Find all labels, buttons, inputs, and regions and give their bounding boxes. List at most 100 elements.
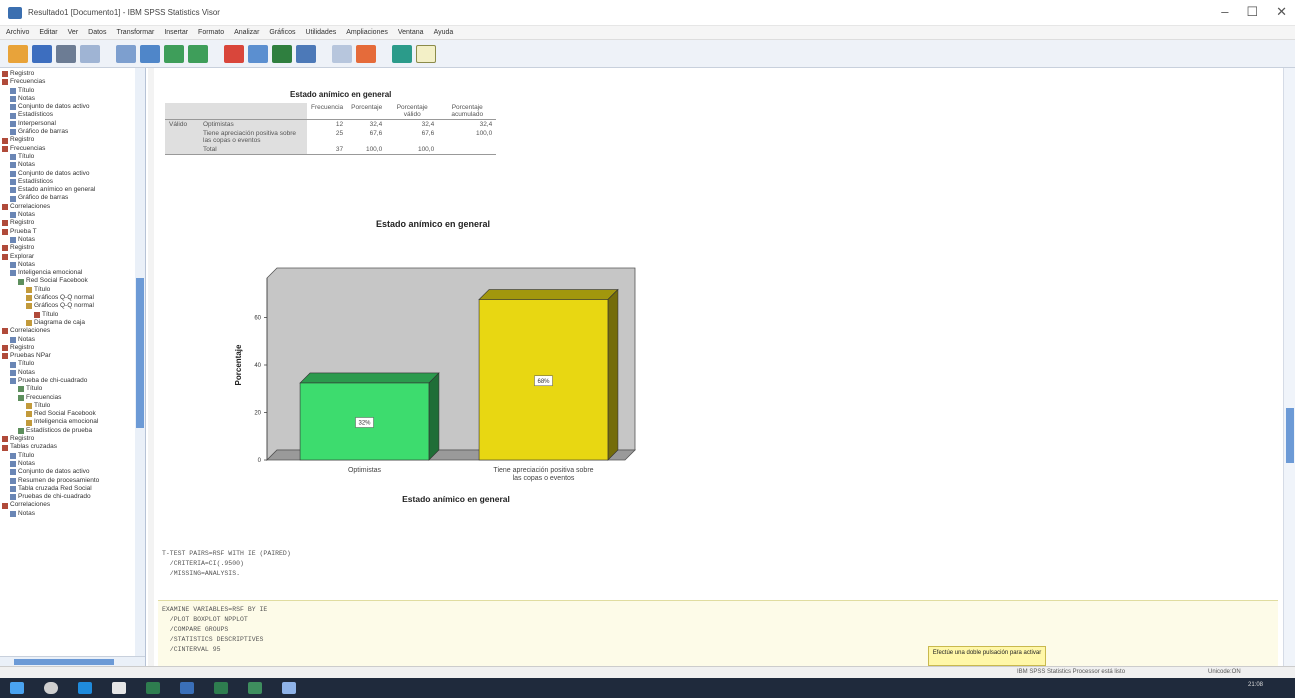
menu-archivo[interactable]: Archivo bbox=[6, 29, 29, 36]
tree-item[interactable]: Notas bbox=[2, 211, 134, 219]
undo-icon[interactable] bbox=[164, 44, 184, 63]
tree-item[interactable]: Título bbox=[2, 153, 134, 161]
tree-item[interactable]: Registro bbox=[2, 136, 134, 144]
tree-item[interactable]: Correlaciones bbox=[2, 327, 134, 335]
variables-icon[interactable] bbox=[296, 44, 316, 63]
menu-datos[interactable]: Datos bbox=[88, 29, 106, 36]
tree-item[interactable]: Inteligencia emocional bbox=[2, 418, 134, 426]
menu-formato[interactable]: Formato bbox=[198, 29, 224, 36]
tree-item[interactable]: Gráfico de barras bbox=[2, 194, 134, 202]
show-all-icon[interactable] bbox=[392, 44, 412, 63]
app-word-icon[interactable] bbox=[180, 682, 194, 694]
app-excel-icon[interactable] bbox=[248, 682, 262, 694]
tree-item[interactable]: Red Social Facebook bbox=[2, 277, 134, 285]
minimize-button[interactable]: – bbox=[1221, 4, 1228, 20]
tree-item[interactable]: Título bbox=[2, 286, 134, 294]
chart-builder-icon[interactable] bbox=[272, 44, 292, 63]
tree-item[interactable]: Notas bbox=[2, 369, 134, 377]
maximize-button[interactable]: ☐ bbox=[1246, 4, 1258, 20]
menu-insertar[interactable]: Insertar bbox=[164, 29, 188, 36]
save-icon[interactable] bbox=[32, 44, 52, 63]
tree-item[interactable]: Título bbox=[2, 311, 134, 319]
menu-transformar[interactable]: Transformar bbox=[116, 29, 154, 36]
tree-item[interactable]: Estado anímico en general bbox=[2, 186, 134, 194]
close-button[interactable]: ✕ bbox=[1276, 4, 1287, 20]
tree-item[interactable]: Notas bbox=[2, 336, 134, 344]
redo-icon[interactable] bbox=[188, 44, 208, 63]
tree-item[interactable]: Conjunto de datos activo bbox=[2, 468, 134, 476]
tree-item[interactable]: Gráficos Q-Q normal bbox=[2, 302, 134, 310]
menu-graficos[interactable]: Gráficos bbox=[269, 29, 295, 36]
tree-item[interactable]: Interpersonal bbox=[2, 120, 134, 128]
tree-item[interactable]: Título bbox=[2, 360, 134, 368]
outline-vertical-scrollbar[interactable] bbox=[135, 68, 145, 666]
output-scroll-thumb[interactable] bbox=[1286, 408, 1294, 463]
tree-item[interactable]: Frecuencias bbox=[2, 78, 134, 86]
tree-item[interactable]: Frecuencias bbox=[2, 145, 134, 153]
tree-item[interactable]: Conjunto de datos activo bbox=[2, 103, 134, 111]
tree-item[interactable]: Notas bbox=[2, 236, 134, 244]
output-vertical-scrollbar[interactable] bbox=[1283, 68, 1295, 666]
bar-chart[interactable]: 0 20 40 60 Porcentaje 32% Optimistas 68% Tiene a… bbox=[225, 250, 665, 525]
tree-item[interactable]: Registro bbox=[2, 344, 134, 352]
tree-item[interactable]: Prueba de chi-cuadrado bbox=[2, 377, 134, 385]
tree-item[interactable]: Estadísticos bbox=[2, 178, 134, 186]
tree-item[interactable]: Registro bbox=[2, 219, 134, 227]
app-c-icon[interactable] bbox=[146, 682, 160, 694]
recall-dialog-icon[interactable] bbox=[140, 44, 160, 63]
print-icon[interactable] bbox=[56, 44, 76, 63]
outline-horizontal-scrollbar[interactable] bbox=[0, 656, 145, 666]
find-icon[interactable] bbox=[332, 44, 352, 63]
tree-item[interactable]: Conjunto de datos activo bbox=[2, 170, 134, 178]
tree-item[interactable]: Gráficos Q-Q normal bbox=[2, 294, 134, 302]
tree-item[interactable]: Tabla cruzada Red Social bbox=[2, 485, 134, 493]
tree-item[interactable]: Título bbox=[2, 87, 134, 95]
menu-analizar[interactable]: Analizar bbox=[234, 29, 259, 36]
menu-ampliaciones[interactable]: Ampliaciones bbox=[346, 29, 388, 36]
tree-item[interactable]: Prueba T bbox=[2, 228, 134, 236]
menu-editar[interactable]: Editar bbox=[39, 29, 57, 36]
tree-item[interactable]: Estadísticos bbox=[2, 111, 134, 119]
tree-item[interactable]: Notas bbox=[2, 460, 134, 468]
tree-item[interactable]: Notas bbox=[2, 510, 134, 518]
tree-item[interactable]: Notas bbox=[2, 161, 134, 169]
outline-hscroll-thumb[interactable] bbox=[14, 659, 114, 665]
outline-scroll-thumb[interactable] bbox=[136, 278, 144, 428]
tree-item[interactable]: Registro bbox=[2, 435, 134, 443]
tree-item[interactable]: Tablas cruzadas bbox=[2, 443, 134, 451]
insert-output-icon[interactable] bbox=[416, 44, 436, 63]
file-explorer-icon[interactable] bbox=[112, 682, 126, 694]
menu-ayuda[interactable]: Ayuda bbox=[434, 29, 454, 36]
tree-item[interactable]: Resumen de procesamiento bbox=[2, 477, 134, 485]
tree-item[interactable]: Registro bbox=[2, 244, 134, 252]
tree-item[interactable]: Explorar bbox=[2, 253, 134, 261]
tree-item[interactable]: Notas bbox=[2, 95, 134, 103]
search-icon[interactable] bbox=[44, 682, 58, 694]
tree-item[interactable]: Pruebas de chi-cuadrado bbox=[2, 493, 134, 501]
tree-item[interactable]: Título bbox=[2, 452, 134, 460]
goto-case-icon[interactable] bbox=[248, 44, 268, 63]
menu-ver[interactable]: Ver bbox=[68, 29, 79, 36]
designate-window-icon[interactable] bbox=[356, 44, 376, 63]
tree-item[interactable]: Diagrama de caja bbox=[2, 319, 134, 327]
open-folder-icon[interactable] bbox=[8, 44, 28, 63]
tree-item[interactable]: Inteligencia emocional bbox=[2, 269, 134, 277]
clock[interactable]: 21:08 bbox=[1248, 682, 1263, 688]
tree-item[interactable]: Notas bbox=[2, 261, 134, 269]
export-icon[interactable] bbox=[116, 44, 136, 63]
edge-icon[interactable] bbox=[78, 682, 92, 694]
app-c2-icon[interactable] bbox=[214, 682, 228, 694]
start-icon[interactable] bbox=[10, 682, 24, 694]
tree-item[interactable]: Estadísticos de prueba bbox=[2, 427, 134, 435]
tree-item[interactable]: Frecuencias bbox=[2, 394, 134, 402]
frequency-table[interactable]: Frecuencia Porcentaje Porcentaje válido … bbox=[165, 103, 497, 155]
tree-item[interactable]: Correlaciones bbox=[2, 203, 134, 211]
tree-item[interactable]: Correlaciones bbox=[2, 501, 134, 509]
tree-item[interactable]: Título bbox=[2, 402, 134, 410]
outline-pane[interactable]: Registro Frecuencias Título Notas Conjunto d… bbox=[0, 68, 146, 666]
tree-item[interactable]: Pruebas NPar bbox=[2, 352, 134, 360]
print-preview-icon[interactable] bbox=[80, 44, 100, 63]
goto-data-icon[interactable] bbox=[224, 44, 244, 63]
menu-utilidades[interactable]: Utilidades bbox=[305, 29, 336, 36]
tree-item[interactable]: Red Social Facebook bbox=[2, 410, 134, 418]
